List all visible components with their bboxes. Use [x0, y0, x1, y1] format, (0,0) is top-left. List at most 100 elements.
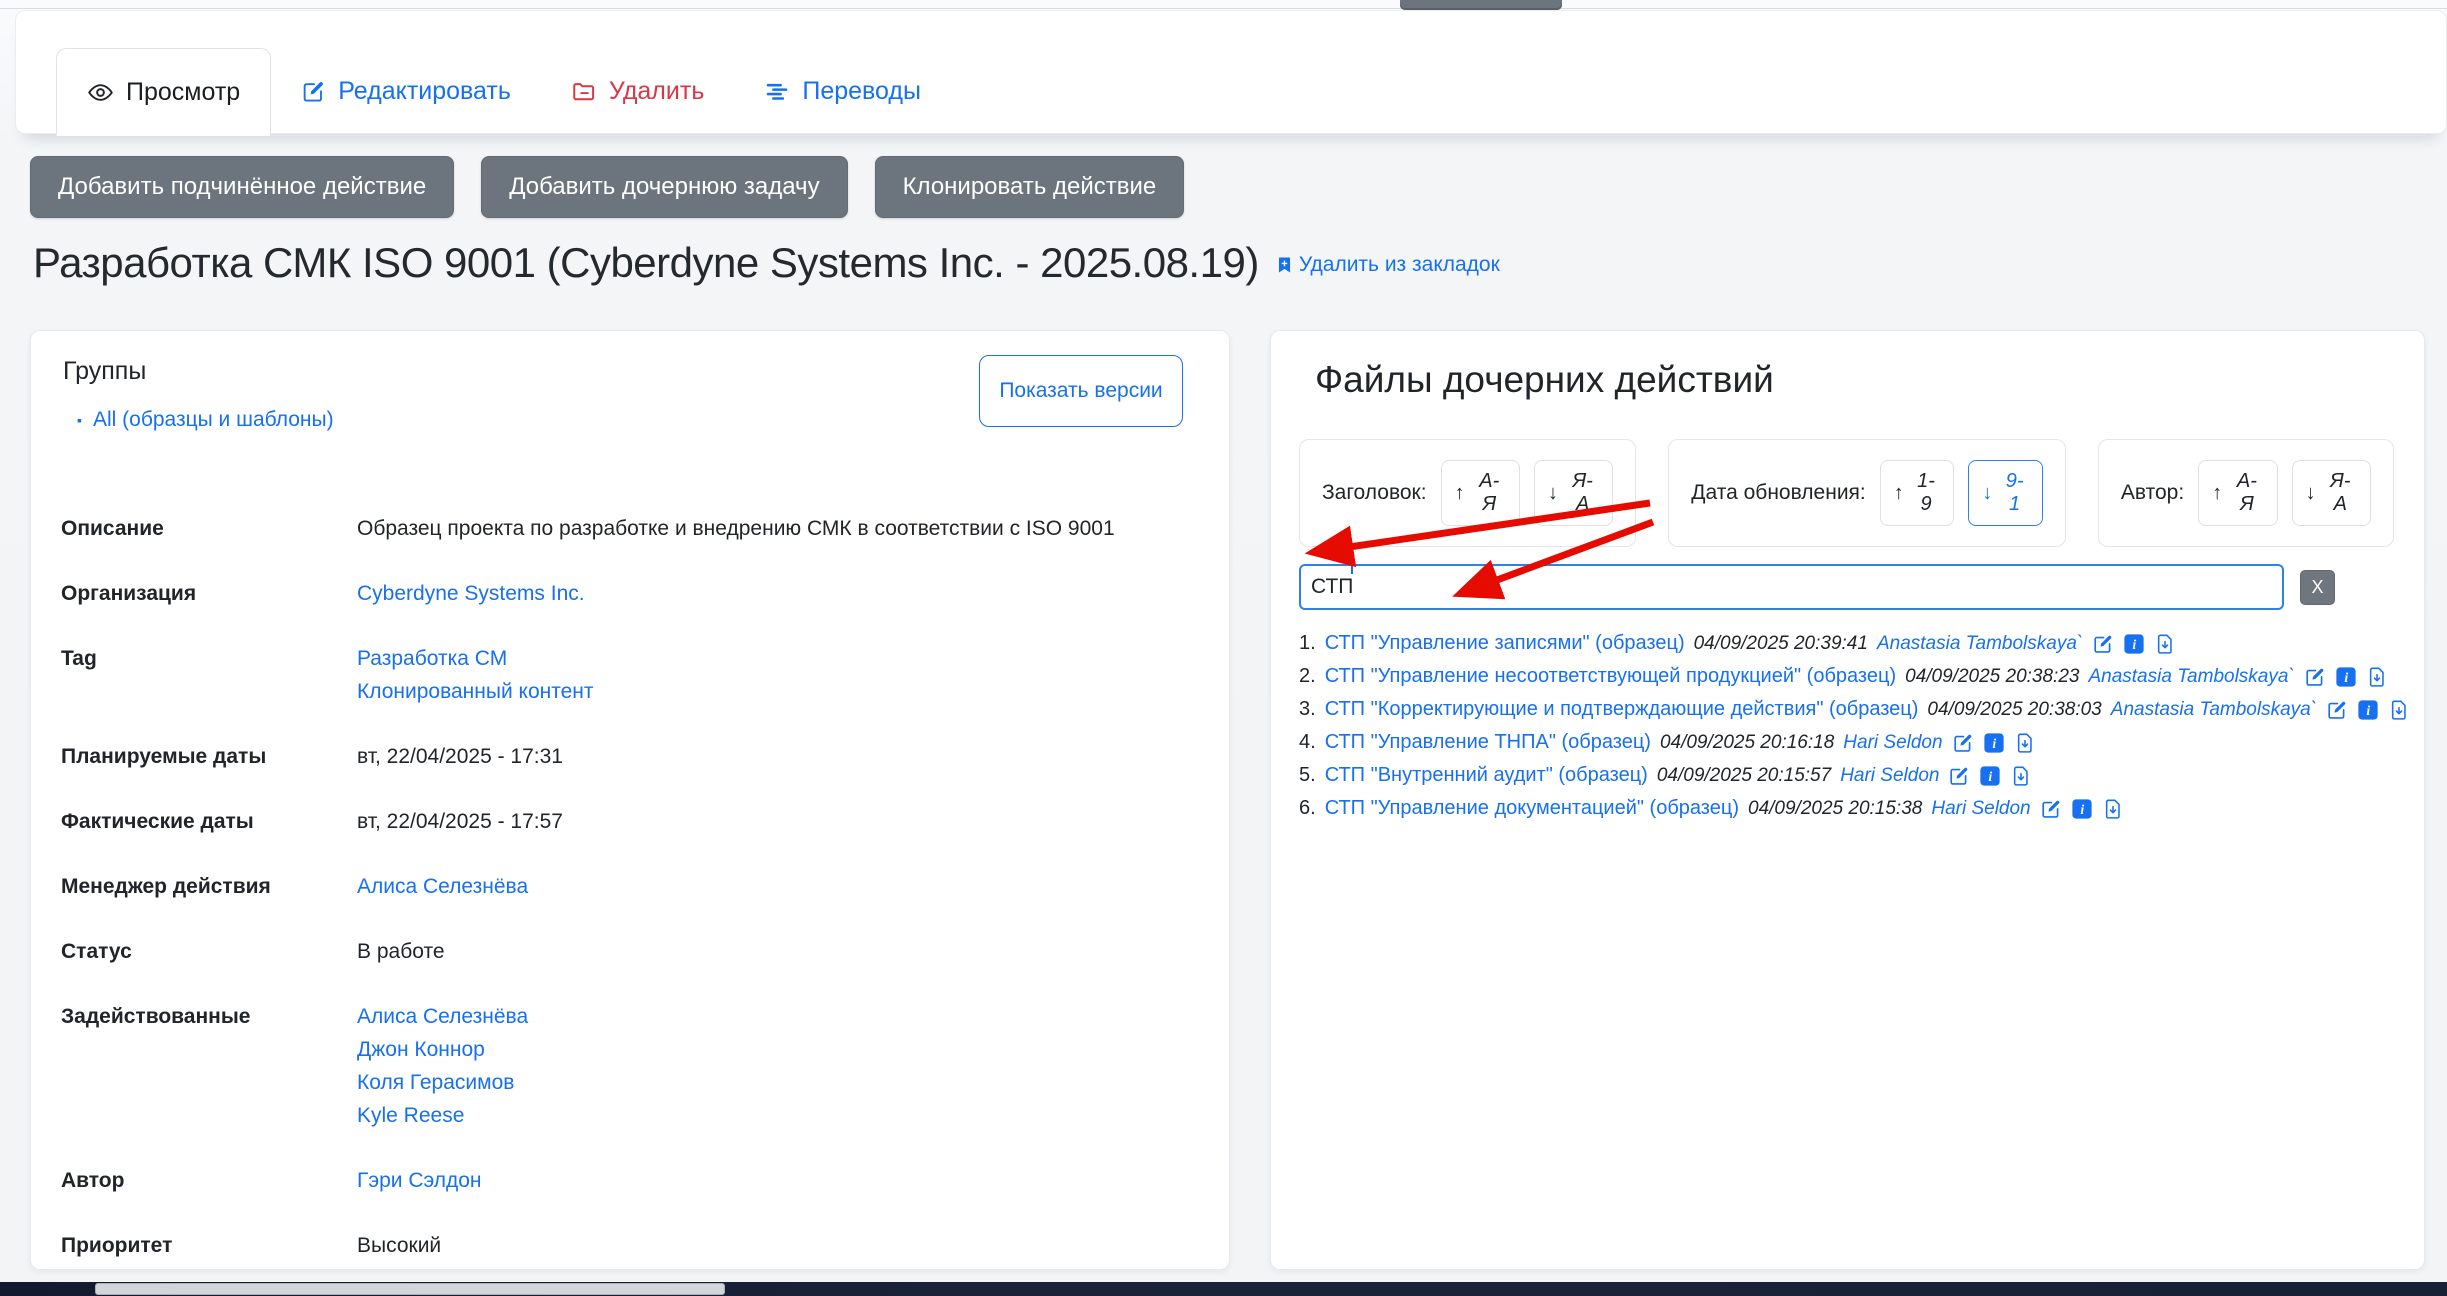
download-icon[interactable]	[2010, 765, 2032, 787]
tag-link[interactable]: Клонированный контент	[357, 675, 594, 708]
tag-link[interactable]: Разработка СМ	[357, 642, 594, 675]
clear-search-button[interactable]: X	[2300, 570, 2335, 605]
info-icon[interactable]	[1983, 732, 2005, 754]
file-number: 2.	[1299, 665, 1316, 688]
field-table: Описание Образец проекта по разработке и…	[61, 496, 1199, 1270]
group-link[interactable]: All (образцы и шаблоны)	[93, 408, 334, 432]
download-icon[interactable]	[2366, 666, 2388, 688]
sort-author-asc-button[interactable]: ↑ А-Я	[2198, 460, 2277, 526]
file-author-link[interactable]: Anastasia Tambolskaya`	[2111, 699, 2317, 721]
text-cursor	[1351, 546, 1353, 574]
tab-panel: Просмотр Редактировать Удалить Переводы	[15, 10, 2447, 134]
edit-icon[interactable]	[2092, 633, 2114, 655]
edit-icon[interactable]	[2304, 666, 2326, 688]
involved-user-link[interactable]: Алиса Селезнёва	[357, 1000, 528, 1033]
field-row-involved: Задействованные Алиса Селезнёва Джон Кон…	[61, 984, 1199, 1148]
tab-delete[interactable]: Удалить	[541, 48, 734, 135]
file-author-link[interactable]: Hari Seldon	[1840, 765, 1939, 787]
field-row-organization: Организация Cyberdyne Systems Inc.	[61, 561, 1199, 626]
field-label: Приоритет	[61, 1229, 357, 1262]
info-icon[interactable]	[2123, 633, 2145, 655]
manager-link[interactable]: Алиса Селезнёва	[357, 870, 528, 903]
info-icon[interactable]	[1979, 765, 2001, 787]
file-list-item: 3. СТП "Корректирующие и подтверждающие …	[1299, 693, 2394, 726]
bookmark-icon	[1275, 254, 1294, 276]
tab-edit[interactable]: Редактировать	[271, 48, 541, 135]
search-row: X	[1299, 564, 2394, 610]
show-versions-button[interactable]: Показать версии	[979, 355, 1183, 427]
file-list-item: 5. СТП "Внутренний аудит" (образец) 04/0…	[1299, 759, 2394, 792]
file-author-link[interactable]: Hari Seldon	[1843, 732, 1942, 754]
info-icon[interactable]	[2071, 798, 2093, 820]
file-title-link[interactable]: СТП "Управление ТНПА" (образец)	[1325, 731, 1651, 754]
add-sub-action-button[interactable]: Добавить подчинённое действие	[30, 156, 454, 218]
file-title-link[interactable]: СТП "Управление документацией" (образец)	[1325, 797, 1739, 820]
field-row-priority: Приоритет Высокий	[61, 1213, 1199, 1270]
file-author-link[interactable]: Anastasia Tambolskaya`	[1877, 633, 2083, 655]
sort-box-title: Заголовок: ↑ А-Я ↓ Я-А	[1299, 439, 1636, 547]
files-heading: Файлы дочерних действий	[1315, 357, 2394, 403]
file-title-link[interactable]: СТП "Корректирующие и подтверждающие дей…	[1325, 698, 1919, 721]
title-row: Разработка СМК ISO 9001 (Cyberdyne Syste…	[33, 238, 1500, 288]
file-list-item: 6. СТП "Управление документацией" (образ…	[1299, 792, 2394, 825]
horizontal-scrollbar-thumb[interactable]	[95, 1283, 725, 1295]
sort-author-desc-button[interactable]: ↓ Я-А	[2292, 460, 2371, 526]
file-author-link[interactable]: Hari Seldon	[1931, 798, 2030, 820]
clone-action-button[interactable]: Клонировать действие	[875, 156, 1185, 218]
tab-bar: Просмотр Редактировать Удалить Переводы	[56, 48, 2426, 136]
author-link[interactable]: Гэри Сэлдон	[357, 1164, 482, 1197]
edit-icon[interactable]	[2326, 699, 2348, 721]
field-row-description: Описание Образец проекта по разработке и…	[61, 496, 1199, 561]
download-icon[interactable]	[2014, 732, 2036, 754]
involved-user-link[interactable]: Коля Герасимов	[357, 1066, 528, 1099]
sort-updated-asc-button[interactable]: ↑ 1-9	[1880, 460, 1955, 526]
edit-icon	[301, 79, 326, 104]
file-date: 04/09/2025 20:38:03	[1927, 699, 2101, 721]
sort-title-desc-button[interactable]: ↓ Я-А	[1534, 460, 1613, 526]
file-title-link[interactable]: СТП "Управление несоответствующей продук…	[1325, 665, 1896, 688]
folder-minus-icon	[571, 79, 597, 105]
horizontal-scrollbar[interactable]	[0, 1282, 2447, 1296]
field-label: Планируемые даты	[61, 740, 357, 773]
translations-icon	[764, 79, 790, 105]
bullet-icon: ▪	[77, 413, 82, 427]
tab-view[interactable]: Просмотр	[56, 48, 271, 136]
edit-icon[interactable]	[1948, 765, 1970, 787]
info-icon[interactable]	[2335, 666, 2357, 688]
field-label: Менеджер действия	[61, 870, 357, 903]
sort-title-asc-button[interactable]: ↑ А-Я	[1441, 460, 1520, 526]
arrow-up-icon: ↑	[2212, 482, 2222, 505]
tab-delete-label: Удалить	[609, 77, 704, 106]
download-icon[interactable]	[2388, 699, 2410, 721]
child-files-card: Файлы дочерних действий Заголовок: ↑ А-Я…	[1270, 330, 2425, 1270]
file-title-link[interactable]: СТП "Внутренний аудит" (образец)	[1325, 764, 1648, 787]
info-icon[interactable]	[2357, 699, 2379, 721]
edit-icon[interactable]	[1952, 732, 1974, 754]
download-icon[interactable]	[2154, 633, 2176, 655]
details-card: Группы ▪ All (образцы и шаблоны) Показат…	[30, 330, 1230, 1270]
cutoff-top-button[interactable]	[1400, 0, 1562, 10]
sort-updated-desc-button[interactable]: ↓ 9-1	[1968, 460, 2043, 526]
eye-icon	[87, 79, 114, 106]
field-row-manager: Менеджер действия Алиса Селезнёва	[61, 854, 1199, 919]
remove-bookmark-link[interactable]: Удалить из закладок	[1275, 253, 1500, 288]
field-label: Задействованные	[61, 1000, 357, 1033]
arrow-up-icon: ↑	[1455, 482, 1465, 505]
add-child-task-button[interactable]: Добавить дочернюю задачу	[481, 156, 847, 218]
field-row-status: Статус В работе	[61, 919, 1199, 984]
file-author-link[interactable]: Anastasia Tambolskaya`	[2088, 666, 2294, 688]
sort-label: Автор:	[2121, 481, 2184, 505]
app-window: Просмотр Редактировать Удалить Переводы …	[0, 0, 2447, 1296]
involved-user-link[interactable]: Джон Коннор	[357, 1033, 528, 1066]
sort-box-author: Автор: ↑ А-Я ↓ Я-А	[2098, 439, 2394, 547]
tab-translations[interactable]: Переводы	[734, 48, 951, 135]
file-title-link[interactable]: СТП "Управление записями" (образец)	[1325, 632, 1685, 655]
involved-user-link[interactable]: Kyle Reese	[357, 1099, 528, 1132]
sort-label: Дата обновления:	[1691, 481, 1865, 505]
field-value: вт, 22/04/2025 - 17:57	[357, 805, 563, 838]
edit-icon[interactable]	[2040, 798, 2062, 820]
field-label: Организация	[61, 577, 357, 610]
organization-link[interactable]: Cyberdyne Systems Inc.	[357, 577, 585, 610]
file-search-input[interactable]	[1299, 564, 2284, 610]
download-icon[interactable]	[2102, 798, 2124, 820]
